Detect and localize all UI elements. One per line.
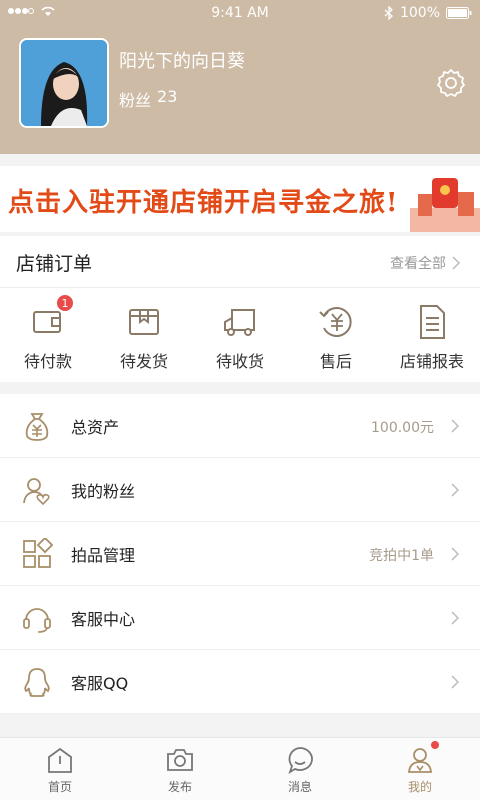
menu-customer-service-qq[interactable]: 客服QQ: [0, 650, 480, 714]
username: 阳光下的向日葵: [119, 51, 245, 72]
order-item-label: 售后: [319, 352, 352, 371]
truck-icon: [224, 309, 255, 336]
user-icon: [408, 748, 432, 773]
order-item-label: 待收货: [215, 352, 264, 371]
chevron-right-icon: [451, 483, 460, 497]
menu-value: 100.00元: [371, 420, 434, 436]
menu-item-management[interactable]: 拍品管理 竞拍中1单: [0, 522, 480, 586]
chevron-right-icon: [451, 547, 460, 561]
banner-text: 点击入驻开通店铺开启寻金之旅!: [8, 188, 399, 218]
menu-label: 客服中心: [71, 610, 136, 629]
battery-percent: 100%: [399, 5, 440, 21]
chevron-right-icon: [452, 256, 460, 270]
battery-icon: [446, 7, 472, 19]
tab-label: 我的: [407, 780, 432, 794]
tab-home[interactable]: 首页: [0, 738, 120, 800]
order-pending-payment[interactable]: 1 待付款: [0, 294, 96, 376]
order-pending-receipt[interactable]: 待收货: [192, 296, 288, 376]
tab-mine[interactable]: 我的: [360, 738, 480, 800]
status-right: 100%: [384, 5, 472, 21]
tab-messages[interactable]: 消息: [240, 738, 360, 800]
order-item-label: 待发货: [119, 352, 168, 371]
fans-count: 粉丝 23: [119, 87, 177, 111]
menu-label: 拍品管理: [71, 546, 136, 565]
tab-label: 发布: [167, 780, 192, 794]
grid-icon: [23, 538, 53, 568]
join-banner[interactable]: 点击入驻开通店铺开启寻金之旅!: [0, 166, 480, 232]
menu-value: 竞拍中1单: [369, 548, 434, 564]
order-after-sales[interactable]: 售后: [288, 296, 384, 376]
order-pending-shipment[interactable]: 待发货: [96, 296, 192, 376]
menu-total-assets[interactable]: 总资产 100.00元: [0, 394, 480, 458]
profile-header: 9:41 AM 100% 阳光下的向日葵 粉丝 23: [0, 0, 480, 154]
headset-icon: [23, 608, 51, 633]
chevron-right-icon: [451, 675, 460, 689]
tab-publish[interactable]: 发布: [120, 738, 240, 800]
report-icon: [420, 305, 445, 339]
menu-label: 总资产: [71, 418, 120, 437]
orders-header: 店铺订单 查看全部: [0, 236, 480, 288]
bluetooth-icon: [384, 6, 393, 20]
fans-icon: [23, 478, 50, 506]
avatar-image: [21, 40, 107, 126]
account-menu-list: 总资产 100.00元 我的粉丝 拍品管理 竞拍中1单 客服中心 客服QQ: [0, 394, 480, 714]
box-icon: [129, 309, 159, 335]
menu-label: 客服QQ: [71, 674, 129, 693]
avatar[interactable]: [19, 38, 109, 128]
settings-gear-icon[interactable]: [435, 67, 467, 99]
tab-label: 首页: [47, 780, 72, 794]
fans-number: 23: [157, 87, 178, 106]
home-icon: [48, 747, 72, 773]
message-icon: [288, 747, 313, 775]
refund-icon: [319, 307, 352, 337]
money-bag-icon: [25, 413, 49, 441]
status-bar: 9:41 AM 100%: [0, 0, 480, 26]
view-all-label: 查看全部: [390, 256, 446, 272]
view-all-orders-link[interactable]: 查看全部: [390, 253, 460, 273]
orders-title: 店铺订单: [16, 253, 93, 275]
order-status-row: 1 待付款 待发货 待收货 售后 店铺报表: [0, 294, 480, 376]
mine-notification-dot: [431, 741, 439, 749]
pending-payment-badge: 1: [56, 294, 74, 312]
order-store-report[interactable]: 店铺报表: [384, 296, 480, 376]
chevron-right-icon: [451, 611, 460, 625]
order-item-label: 店铺报表: [399, 352, 464, 371]
store-orders-card: 店铺订单 查看全部 1 待付款 待发货 待收货 售后 店铺报表: [0, 236, 480, 382]
camera-icon: [167, 749, 193, 771]
fans-label: 粉丝: [119, 91, 152, 110]
menu-label: 我的粉丝: [71, 482, 136, 501]
qq-icon: [24, 668, 50, 697]
chevron-right-icon: [451, 419, 460, 433]
order-item-label: 待付款: [23, 352, 72, 371]
tab-label: 消息: [287, 780, 312, 794]
bottom-tab-bar: 首页 发布 消息 我的: [0, 737, 480, 800]
red-envelope-icon: [410, 178, 480, 232]
menu-my-fans[interactable]: 我的粉丝: [0, 458, 480, 522]
menu-customer-service[interactable]: 客服中心: [0, 586, 480, 650]
